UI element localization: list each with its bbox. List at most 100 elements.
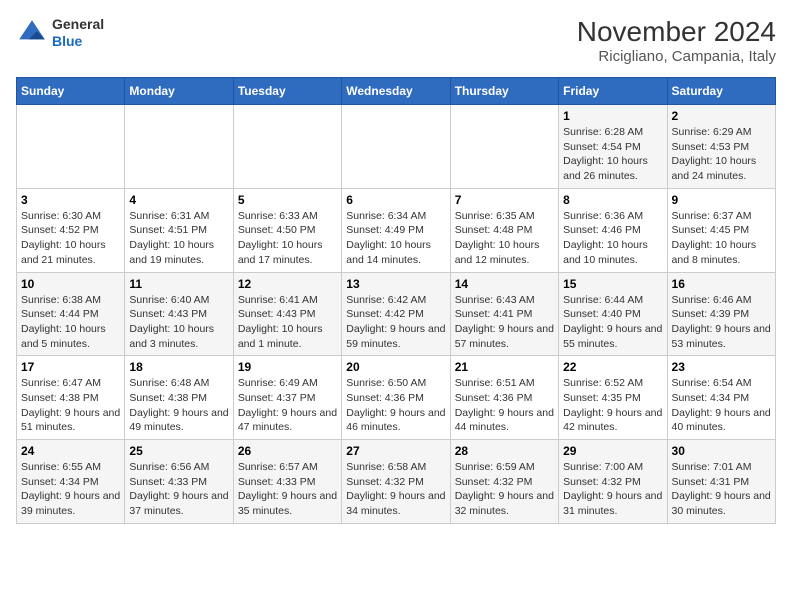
weekday-header-tuesday: Tuesday — [233, 78, 341, 105]
calendar-cell: 25Sunrise: 6:56 AM Sunset: 4:33 PM Dayli… — [125, 440, 233, 524]
calendar-header: SundayMondayTuesdayWednesdayThursdayFrid… — [17, 78, 776, 105]
day-info: Sunrise: 6:28 AM Sunset: 4:54 PM Dayligh… — [563, 125, 662, 184]
day-number: 8 — [563, 193, 662, 207]
calendar-cell: 5 Sunrise: 6:33 AM Sunset: 4:50 PM Daylig… — [233, 188, 341, 272]
calendar-week-2: 10 Sunrise: 6:38 AM Sunset: 4:44 PM Dayli… — [17, 272, 776, 356]
calendar-cell: 30 Sunrise: 7:01 AM Sunset: 4:31 PM Dayli… — [667, 440, 775, 524]
calendar-week-1: 3 Sunrise: 6:30 AM Sunset: 4:52 PM Daylig… — [17, 188, 776, 272]
calendar-cell: 9Sunrise: 6:37 AM Sunset: 4:45 PM Daylig… — [667, 188, 775, 272]
day-number: 17 — [21, 360, 120, 374]
logo: General Blue — [16, 16, 104, 50]
day-number: 18 — [129, 360, 228, 374]
day-number: 26 — [238, 444, 337, 458]
day-info: Sunrise: 6:55 AM Sunset: 4:34 PM Dayligh… — [21, 460, 120, 519]
day-info: Sunrise: 6:52 AM Sunset: 4:35 PM Dayligh… — [563, 376, 662, 435]
calendar-week-0: 1 Sunrise: 6:28 AM Sunset: 4:54 PM Daylig… — [17, 105, 776, 189]
day-info: Sunrise: 6:51 AM Sunset: 4:36 PM Dayligh… — [455, 376, 554, 435]
logo-text: General Blue — [52, 16, 104, 50]
calendar-cell: 8 Sunrise: 6:36 AM Sunset: 4:46 PM Daylig… — [559, 188, 667, 272]
day-number: 24 — [21, 444, 120, 458]
day-info: Sunrise: 7:00 AM Sunset: 4:32 PM Dayligh… — [563, 460, 662, 519]
day-info: Sunrise: 6:43 AM Sunset: 4:41 PM Dayligh… — [455, 293, 554, 352]
weekday-header-monday: Monday — [125, 78, 233, 105]
weekday-header-row: SundayMondayTuesdayWednesdayThursdayFrid… — [17, 78, 776, 105]
calendar-cell: 17 Sunrise: 6:47 AM Sunset: 4:38 PM Dayli… — [17, 356, 125, 440]
day-number: 19 — [238, 360, 337, 374]
day-info: Sunrise: 6:41 AM Sunset: 4:43 PM Dayligh… — [238, 293, 337, 352]
logo-icon — [16, 17, 48, 49]
weekday-header-friday: Friday — [559, 78, 667, 105]
calendar-cell: 4Sunrise: 6:31 AM Sunset: 4:51 PM Daylig… — [125, 188, 233, 272]
day-number: 15 — [563, 277, 662, 291]
calendar-cell: 14Sunrise: 6:43 AM Sunset: 4:41 PM Dayli… — [450, 272, 558, 356]
calendar-table: SundayMondayTuesdayWednesdayThursdayFrid… — [16, 77, 776, 524]
calendar-cell: 28 Sunrise: 6:59 AM Sunset: 4:32 PM Dayli… — [450, 440, 558, 524]
calendar-cell: 24 Sunrise: 6:55 AM Sunset: 4:34 PM Dayli… — [17, 440, 125, 524]
day-info: Sunrise: 6:33 AM Sunset: 4:50 PM Dayligh… — [238, 209, 337, 268]
day-number: 5 — [238, 193, 337, 207]
calendar-cell: 2Sunrise: 6:29 AM Sunset: 4:53 PM Daylig… — [667, 105, 775, 189]
day-number: 22 — [563, 360, 662, 374]
calendar-cell: 13 Sunrise: 6:42 AM Sunset: 4:42 PM Dayli… — [342, 272, 450, 356]
calendar-body: 1 Sunrise: 6:28 AM Sunset: 4:54 PM Daylig… — [17, 105, 776, 524]
weekday-header-wednesday: Wednesday — [342, 78, 450, 105]
day-number: 16 — [672, 277, 771, 291]
weekday-header-saturday: Saturday — [667, 78, 775, 105]
day-number: 21 — [455, 360, 554, 374]
day-info: Sunrise: 6:36 AM Sunset: 4:46 PM Dayligh… — [563, 209, 662, 268]
calendar-week-3: 17 Sunrise: 6:47 AM Sunset: 4:38 PM Dayli… — [17, 356, 776, 440]
day-number: 20 — [346, 360, 445, 374]
page-header: General Blue November 2024 Ricigliano, C… — [16, 16, 776, 65]
day-number: 12 — [238, 277, 337, 291]
calendar-week-4: 24 Sunrise: 6:55 AM Sunset: 4:34 PM Dayli… — [17, 440, 776, 524]
day-info: Sunrise: 6:30 AM Sunset: 4:52 PM Dayligh… — [21, 209, 120, 268]
calendar-cell: 7 Sunrise: 6:35 AM Sunset: 4:48 PM Daylig… — [450, 188, 558, 272]
day-number: 2 — [672, 109, 771, 123]
day-info: Sunrise: 6:46 AM Sunset: 4:39 PM Dayligh… — [672, 293, 771, 352]
day-info: Sunrise: 6:50 AM Sunset: 4:36 PM Dayligh… — [346, 376, 445, 435]
day-info: Sunrise: 6:37 AM Sunset: 4:45 PM Dayligh… — [672, 209, 771, 268]
calendar-cell: 19 Sunrise: 6:49 AM Sunset: 4:37 PM Dayli… — [233, 356, 341, 440]
calendar-cell — [125, 105, 233, 189]
calendar-cell: 27 Sunrise: 6:58 AM Sunset: 4:32 PM Dayli… — [342, 440, 450, 524]
day-number: 27 — [346, 444, 445, 458]
day-info: Sunrise: 6:35 AM Sunset: 4:48 PM Dayligh… — [455, 209, 554, 268]
day-info: Sunrise: 6:40 AM Sunset: 4:43 PM Dayligh… — [129, 293, 228, 352]
day-number: 13 — [346, 277, 445, 291]
calendar-cell: 29 Sunrise: 7:00 AM Sunset: 4:32 PM Dayli… — [559, 440, 667, 524]
calendar-cell — [450, 105, 558, 189]
day-number: 3 — [21, 193, 120, 207]
day-info: Sunrise: 6:54 AM Sunset: 4:34 PM Dayligh… — [672, 376, 771, 435]
day-number: 28 — [455, 444, 554, 458]
day-info: Sunrise: 6:49 AM Sunset: 4:37 PM Dayligh… — [238, 376, 337, 435]
calendar-cell — [233, 105, 341, 189]
day-number: 23 — [672, 360, 771, 374]
weekday-header-thursday: Thursday — [450, 78, 558, 105]
day-number: 25 — [129, 444, 228, 458]
day-info: Sunrise: 6:48 AM Sunset: 4:38 PM Dayligh… — [129, 376, 228, 435]
calendar-cell: 10 Sunrise: 6:38 AM Sunset: 4:44 PM Dayli… — [17, 272, 125, 356]
calendar-cell: 22 Sunrise: 6:52 AM Sunset: 4:35 PM Dayli… — [559, 356, 667, 440]
calendar-cell: 16 Sunrise: 6:46 AM Sunset: 4:39 PM Dayli… — [667, 272, 775, 356]
day-number: 1 — [563, 109, 662, 123]
calendar-cell: 6Sunrise: 6:34 AM Sunset: 4:49 PM Daylig… — [342, 188, 450, 272]
calendar-cell: 11Sunrise: 6:40 AM Sunset: 4:43 PM Dayli… — [125, 272, 233, 356]
calendar-cell — [17, 105, 125, 189]
calendar-cell: 18 Sunrise: 6:48 AM Sunset: 4:38 PM Dayli… — [125, 356, 233, 440]
title-block: November 2024 Ricigliano, Campania, Ital… — [577, 16, 776, 65]
day-info: Sunrise: 7:01 AM Sunset: 4:31 PM Dayligh… — [672, 460, 771, 519]
day-info: Sunrise: 6:38 AM Sunset: 4:44 PM Dayligh… — [21, 293, 120, 352]
calendar-cell: 26 Sunrise: 6:57 AM Sunset: 4:33 PM Dayli… — [233, 440, 341, 524]
day-number: 7 — [455, 193, 554, 207]
day-info: Sunrise: 6:58 AM Sunset: 4:32 PM Dayligh… — [346, 460, 445, 519]
day-info: Sunrise: 6:57 AM Sunset: 4:33 PM Dayligh… — [238, 460, 337, 519]
weekday-header-sunday: Sunday — [17, 78, 125, 105]
day-info: Sunrise: 6:47 AM Sunset: 4:38 PM Dayligh… — [21, 376, 120, 435]
day-number: 29 — [563, 444, 662, 458]
calendar-cell: 3 Sunrise: 6:30 AM Sunset: 4:52 PM Daylig… — [17, 188, 125, 272]
day-info: Sunrise: 6:59 AM Sunset: 4:32 PM Dayligh… — [455, 460, 554, 519]
page-title: November 2024 — [577, 16, 776, 48]
day-info: Sunrise: 6:42 AM Sunset: 4:42 PM Dayligh… — [346, 293, 445, 352]
day-number: 30 — [672, 444, 771, 458]
day-number: 10 — [21, 277, 120, 291]
